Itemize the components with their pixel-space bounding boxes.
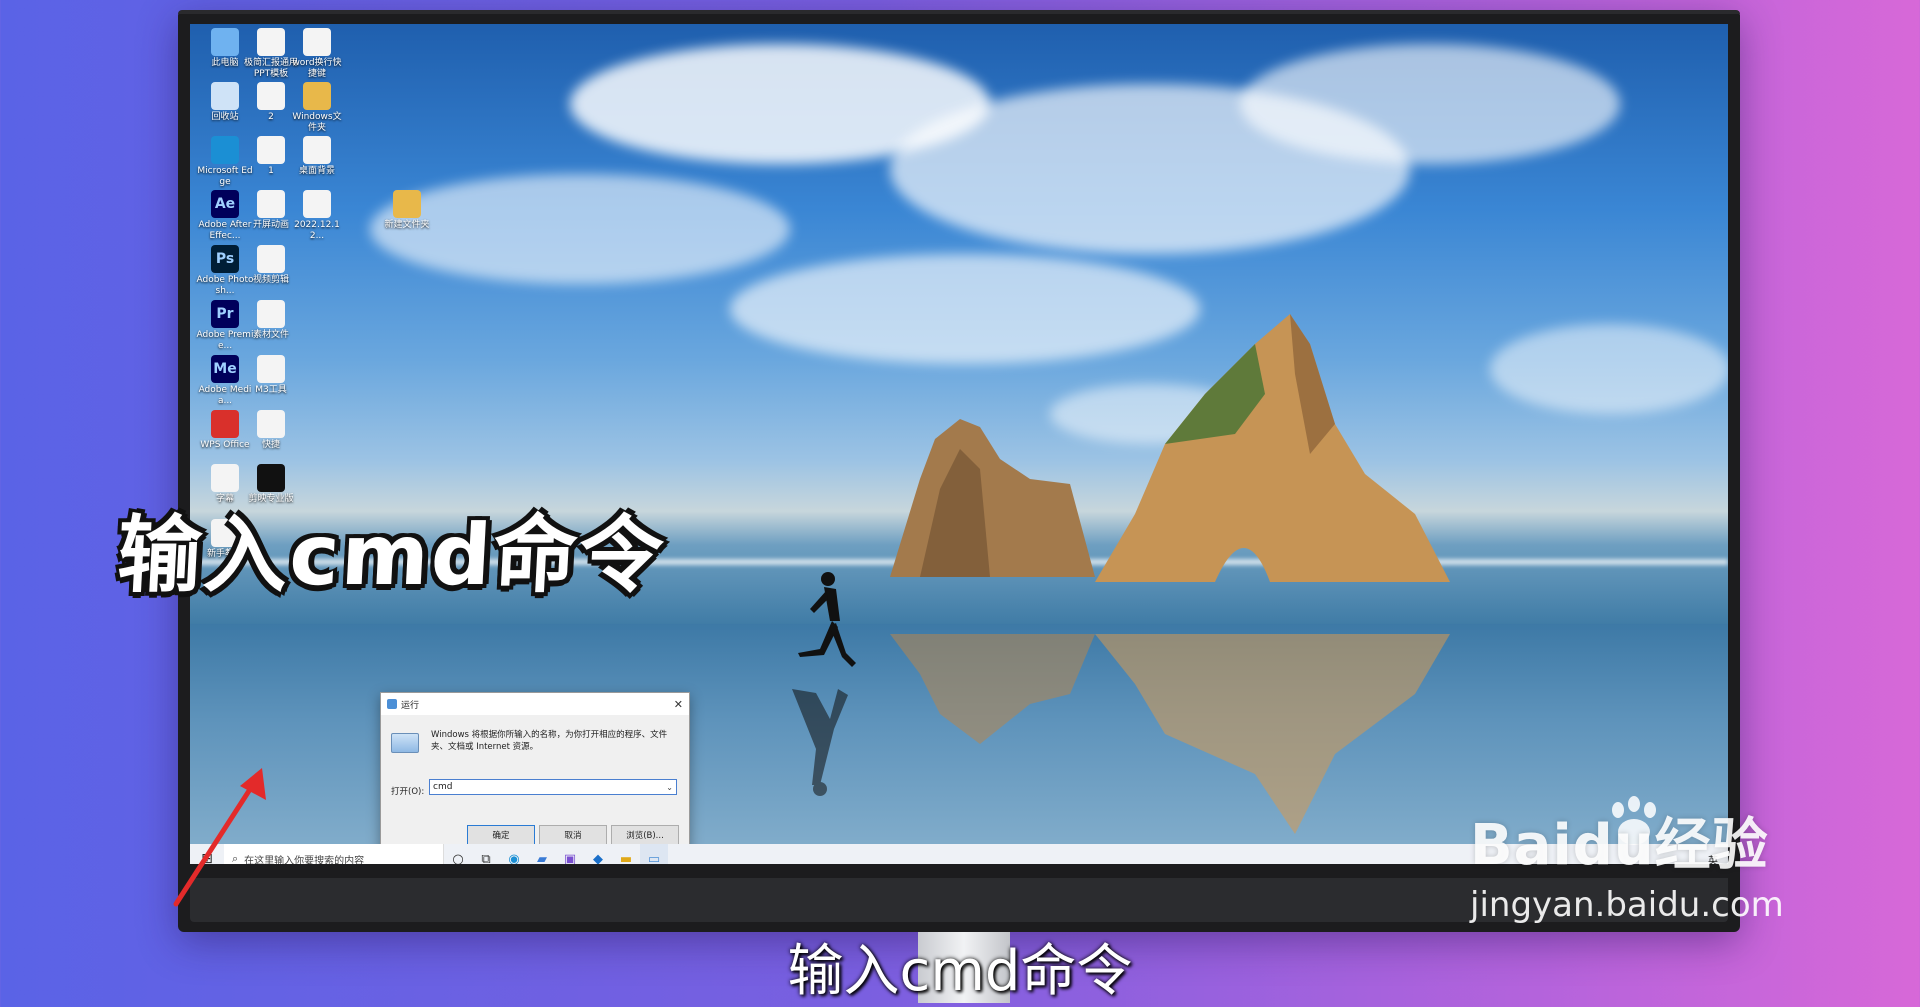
desktop-icon[interactable]: M3工具 — [242, 355, 300, 396]
desktop-screen: 此电脑 极简汇报通用PPT模板 word换行快捷键 回收站 2 Windows文件夹 Mic… — [190, 24, 1728, 864]
red-arrow-annotation — [173, 768, 266, 907]
app-taskbar-icon[interactable]: ◆ — [584, 844, 612, 865]
wps-icon — [211, 410, 239, 438]
small-rock — [890, 419, 1095, 577]
cancel-button[interactable]: 取消 — [539, 825, 607, 845]
desktop-icon-label: 桌面背景 — [298, 166, 335, 176]
file-icon — [303, 28, 331, 56]
browse-button[interactable]: 浏览(B)... — [611, 825, 679, 845]
desktop-icon-label: Windows文件夹 — [292, 112, 342, 133]
watermark-url: jingyan.baidu.com — [1470, 885, 1784, 925]
rock-reflection — [890, 634, 1095, 744]
cortana-icon[interactable]: ○ — [444, 844, 472, 865]
task-view-icon[interactable]: ⧉ — [472, 844, 500, 865]
app-taskbar-icon[interactable]: ▣ — [556, 844, 584, 865]
arch-rock — [1095, 314, 1450, 582]
recycle-bin-icon — [211, 82, 239, 110]
desktop-icon-label: 2022.12.12... — [294, 220, 340, 241]
desktop-icon-label: 视频剪辑 — [252, 275, 289, 285]
image-file-icon — [257, 136, 285, 164]
baidu-watermark: Baidu经验 jingyan.baidu.com — [1470, 800, 1784, 925]
desktop-icon-label: M3工具 — [255, 385, 287, 395]
photoshop-icon: Ps — [211, 245, 239, 273]
run-app-icon — [391, 733, 419, 753]
desktop-icon-label: word换行快捷键 — [292, 58, 342, 79]
cloud — [1240, 44, 1620, 164]
cloud — [1490, 324, 1728, 414]
headline-caption: 输入cmd命令 — [115, 506, 668, 604]
desktop-icon[interactable]: 快捷 — [242, 410, 300, 451]
file-icon — [257, 355, 285, 383]
arch-reflection — [1095, 634, 1450, 834]
desktop-icon-label: 素材文件 — [252, 330, 289, 340]
file-icon — [257, 245, 285, 273]
watermark-brand: Baidu经验 — [1470, 813, 1769, 878]
desktop-icon[interactable]: 视频剪辑 — [242, 245, 300, 286]
desktop-icon[interactable]: Windows文件夹 — [288, 82, 346, 134]
desktop-icon[interactable]: 2022.12.12... — [288, 190, 346, 242]
app-taskbar-icon[interactable]: ▰ — [528, 844, 556, 865]
folder-icon — [303, 82, 331, 110]
monitor-bezel — [178, 10, 1740, 14]
run-dialog-titlebar: 运行 ✕ — [381, 693, 689, 715]
desktop-icon[interactable]: 桌面背景 — [288, 136, 346, 177]
desktop-icon-label: 新建文件夹 — [384, 220, 430, 230]
video-file-icon — [257, 190, 285, 218]
run-taskbar-icon[interactable]: ▭ — [640, 844, 668, 864]
close-button[interactable]: ✕ — [674, 698, 683, 711]
image-file-icon — [303, 136, 331, 164]
image-file-icon — [257, 82, 285, 110]
desktop-icon[interactable]: 素材文件 — [242, 300, 300, 341]
ppt-file-icon — [257, 28, 285, 56]
premiere-icon: Pr — [211, 300, 239, 328]
file-icon — [257, 410, 285, 438]
runner-reflection — [792, 689, 848, 796]
open-label: 打开(O): — [391, 787, 425, 797]
desktop-icon[interactable]: 新建文件夹 — [378, 190, 436, 231]
run-dialog-title: 运行 — [401, 700, 420, 711]
chevron-down-icon[interactable]: ⌄ — [666, 783, 673, 792]
file-explorer-icon[interactable]: ▬ — [612, 844, 640, 865]
video-subtitle: 输入cmd命令 — [787, 939, 1133, 1004]
run-dialog: 运行 ✕ Windows 将根据你所输入的名称，为你打开相应的程序、文件夹、文档… — [380, 692, 690, 854]
after-effects-icon: Ae — [211, 190, 239, 218]
pc-icon — [211, 28, 239, 56]
run-icon — [387, 699, 397, 709]
ok-button[interactable]: 确定 — [467, 825, 535, 845]
file-icon — [257, 300, 285, 328]
doc-file-icon — [303, 190, 331, 218]
edge-icon — [211, 136, 239, 164]
folder-icon — [393, 190, 421, 218]
monitor: 此电脑 极简汇报通用PPT模板 word换行快捷键 回收站 2 Windows文件夹 Mic… — [178, 10, 1740, 932]
run-dialog-description: Windows 将根据你所输入的名称，为你打开相应的程序、文件夹、文档或 Int… — [431, 730, 668, 752]
runner-silhouette — [798, 572, 856, 667]
open-input[interactable]: cmd ⌄ — [429, 779, 677, 795]
open-input-value: cmd — [433, 782, 453, 792]
edge-taskbar-icon[interactable]: ◉ — [500, 844, 528, 865]
desktop-icon[interactable]: word换行快捷键 — [288, 28, 346, 80]
desktop-icon-label: 快捷 — [261, 440, 280, 450]
media-encoder-icon: Me — [211, 355, 239, 383]
